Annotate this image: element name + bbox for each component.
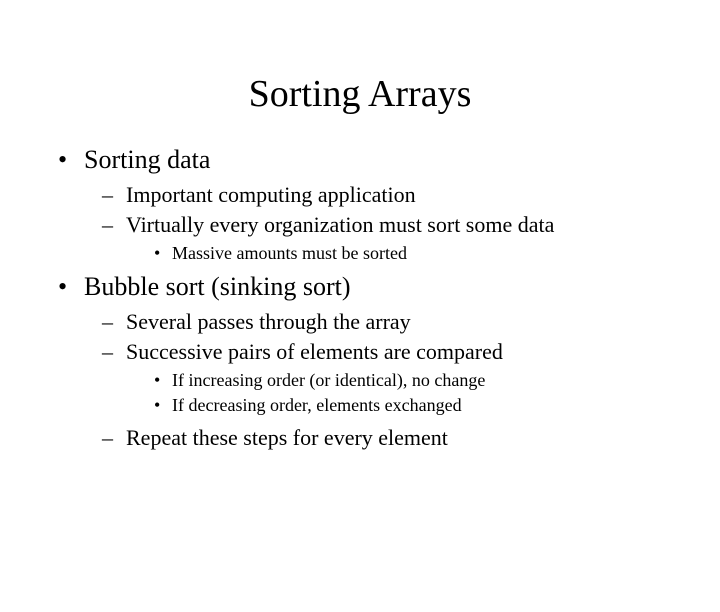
slide-title: Sorting Arrays bbox=[0, 72, 720, 116]
list-item: Sorting data Important computing applica… bbox=[54, 144, 680, 265]
list-item: Successive pairs of elements are compare… bbox=[98, 338, 680, 418]
bullet-list-lvl2: Important computing application Virtuall… bbox=[84, 181, 680, 266]
bullet-text: Massive amounts must be sorted bbox=[172, 243, 407, 263]
bullet-text: Repeat these steps for every element bbox=[126, 425, 448, 450]
list-item: Massive amounts must be sorted bbox=[150, 242, 680, 265]
bullet-list-lvl2: Several passes through the array Success… bbox=[84, 308, 680, 452]
bullet-list-lvl3: If increasing order (or identical), no c… bbox=[126, 369, 680, 418]
bullet-text: Bubble sort (sinking sort) bbox=[84, 272, 351, 301]
list-item: Repeat these steps for every element bbox=[98, 424, 680, 452]
bullet-text: If decreasing order, elements exchanged bbox=[172, 395, 462, 415]
bullet-text: Sorting data bbox=[84, 145, 210, 174]
list-item: If decreasing order, elements exchanged bbox=[150, 394, 680, 417]
bullet-text: Several passes through the array bbox=[126, 309, 411, 334]
slide-content: Sorting data Important computing applica… bbox=[54, 144, 680, 452]
bullet-text: Virtually every organization must sort s… bbox=[126, 212, 554, 237]
list-item: If increasing order (or identical), no c… bbox=[150, 369, 680, 392]
list-item: Bubble sort (sinking sort) Several passe… bbox=[54, 271, 680, 452]
bullet-text: Successive pairs of elements are compare… bbox=[126, 339, 503, 364]
bullet-list-lvl1: Sorting data Important computing applica… bbox=[54, 144, 680, 452]
bullet-text: If increasing order (or identical), no c… bbox=[172, 370, 485, 390]
list-item: Important computing application bbox=[98, 181, 680, 209]
list-item: Several passes through the array bbox=[98, 308, 680, 336]
bullet-list-lvl3: Massive amounts must be sorted bbox=[126, 242, 680, 265]
list-item: Virtually every organization must sort s… bbox=[98, 211, 680, 266]
slide: Sorting Arrays Sorting data Important co… bbox=[0, 72, 720, 612]
bullet-text: Important computing application bbox=[126, 182, 416, 207]
